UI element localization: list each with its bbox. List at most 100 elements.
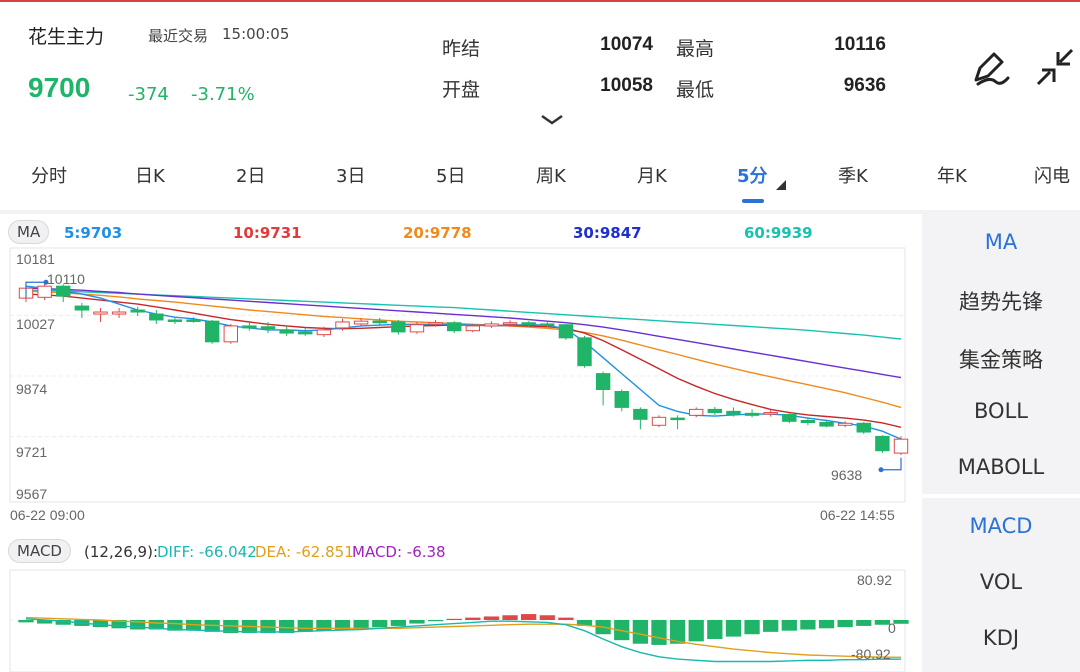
tab-month-k[interactable]: 月K [637,162,667,188]
candle-body [893,438,909,454]
indicator-kdj[interactable]: KDJ [922,626,1080,650]
candle-body [633,408,648,420]
macd-histogram-bar [818,620,835,629]
macd-dea-value: DEA: -62.851 [255,543,354,561]
candle-body [242,325,257,329]
macd-histogram-bar [632,620,648,644]
y-tick-label: 10027 [16,316,55,332]
pencil-draw-icon[interactable] [968,46,1012,90]
high-marker-label: 10110 [47,271,85,287]
macd-histogram-bar [316,620,332,631]
candle-body [130,309,145,313]
chart-frame [9,247,906,503]
candle-body [651,416,667,426]
indicator-ma[interactable]: MA [922,230,1080,254]
macd-chart[interactable] [0,568,920,672]
candle-body [335,321,350,329]
tab-year-k[interactable]: 年K [937,162,967,188]
candle-body [223,325,238,343]
tab-week-k[interactable]: 周K [536,162,566,188]
candle-body [353,320,369,325]
candle-body [540,323,555,326]
macd-zero-label: 0 [888,620,896,636]
candle-body [279,329,294,334]
y-tick-label: 9721 [16,444,48,460]
macd-indicator-pill[interactable]: MACD [8,539,71,563]
low-marker-dot [878,467,884,473]
main-indicator-panel: MA 趋势先锋 集金策略 BOLL MABOLL [922,214,1080,494]
tab-3day[interactable]: 3日 [336,162,365,188]
candle-body [167,319,183,322]
indicator-boll[interactable]: BOLL [922,399,1080,423]
macd-bottom-label: -80.92 [851,646,891,662]
tab-5min[interactable]: 5分 [737,162,768,188]
open-label: 开盘 [442,79,481,101]
price-change: -374 [128,84,169,105]
macd-histogram-bar [427,620,444,622]
ma30-value: 30:9847 [573,224,642,242]
indicator-trend[interactable]: 趋势先锋 [922,286,1080,316]
collapse-arrows-icon[interactable] [1034,46,1078,90]
candle-body [595,373,611,391]
tab-fenshi[interactable]: 分时 [31,162,67,188]
macd-histogram-bar [651,620,667,645]
macd-histogram-bar [725,620,742,637]
period-dropdown-icon[interactable] [776,180,786,190]
tab-season-k[interactable]: 季K [838,162,868,188]
tab-day-k[interactable]: 日K [135,162,165,188]
candle-body [446,322,462,332]
macd-histogram-bar [297,620,313,632]
macd-params: (12,26,9): [84,543,159,561]
tab-5day[interactable]: 5日 [436,162,465,188]
candle-body [875,435,890,452]
high-label: 最高 [676,38,715,60]
active-tab-indicator [742,199,764,203]
indicator-jijin[interactable]: 集金策略 [922,344,1080,374]
candle-body [707,408,723,414]
indicator-maboll[interactable]: MABOLL [922,455,1080,479]
ma10-value: 10:9731 [233,224,302,242]
ma5-value: 5:9703 [64,224,123,242]
y-tick-label: 10181 [16,251,55,267]
tab-2day[interactable]: 2日 [236,162,265,188]
macd-histogram-bar [18,620,34,623]
candle-body [521,322,536,325]
candle-body [391,321,406,333]
macd-histogram-bar [372,620,388,628]
macd-histogram-bar [409,620,425,624]
candle-body [782,414,797,422]
candle-body [111,311,127,315]
ma-indicator-pill[interactable]: MA [8,220,50,244]
macd-histogram-bar [707,620,723,639]
open-value: 10058 [600,75,653,96]
macd-macd-value: MACD: -6.38 [352,543,446,561]
macd-histogram-bar [800,620,816,630]
macd-histogram-bar [837,620,853,628]
indicator-vol[interactable]: VOL [922,570,1080,594]
candle-body [726,410,741,415]
indicator-macd[interactable]: MACD [922,514,1080,538]
macd-histogram-bar [781,620,797,631]
candle-body [837,422,853,426]
macd-histogram-bar [446,618,462,621]
x-end-label: 06-22 14:55 [820,507,895,523]
expand-chevron-icon[interactable] [540,114,564,126]
tab-lightning[interactable]: 闪电 [1034,162,1070,188]
macd-histogram-bar [558,617,574,620]
y-tick-label: 9874 [16,381,48,397]
candle-body [577,337,592,367]
macd-histogram-bar [539,615,555,620]
macd-histogram-bar [763,620,779,632]
candle-body [800,420,816,423]
last-trade-time: 15:00:05 [222,25,290,43]
x-start-label: 06-22 09:00 [10,507,85,523]
ma60-value: 60:9939 [744,224,813,242]
candle-body [260,326,276,330]
candle-body [484,323,499,327]
candle-body [689,408,704,416]
ma30-line [25,287,902,379]
macd-histogram-bar [483,616,500,620]
kline-chart[interactable] [0,246,920,526]
macd-histogram-bar [465,617,481,620]
macd-diff-value: DIFF: -66.042 [157,543,257,561]
